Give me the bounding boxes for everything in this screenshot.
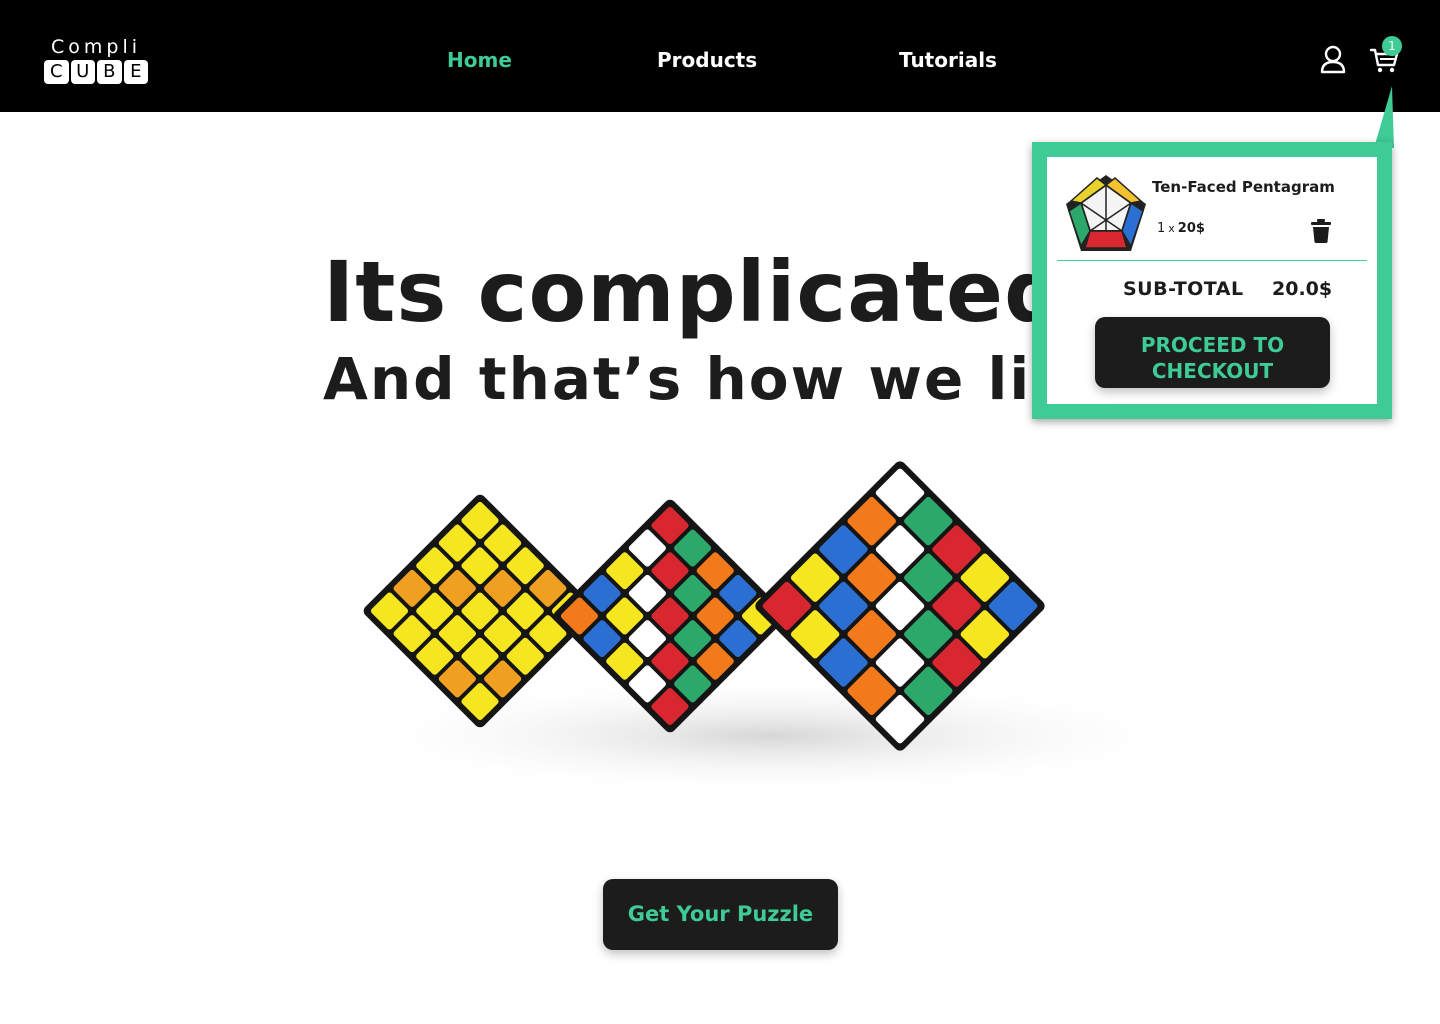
- subtotal-value: 20.0$: [1272, 278, 1333, 300]
- logo-cube-letters: C U B E: [44, 60, 148, 84]
- user-icon: [1320, 45, 1346, 74]
- nav-link-tutorials[interactable]: Tutorials: [899, 46, 997, 74]
- logo-letter: B: [97, 60, 122, 84]
- hero-title: Its complicated..: [323, 243, 1131, 341]
- rubiks-cubes-image: [330, 461, 1210, 796]
- top-nav-bar: Compli C U B E Home Products Tutorials 1: [0, 0, 1440, 112]
- cart-dropdown: Ten-Faced Pentagram 1 x 20$ SUB-TOTAL 20.0…: [1032, 142, 1392, 419]
- subtotal-label: SUB-TOTAL: [1123, 278, 1244, 300]
- proceed-to-checkout-button[interactable]: PROCEED TO CHECKOUT: [1095, 317, 1330, 388]
- logo-top-text: Compli: [50, 36, 142, 58]
- logo-letter: E: [123, 60, 148, 84]
- compli-cube-logo[interactable]: Compli C U B E: [44, 36, 148, 84]
- cart-item-quantity: 1 x 20$: [1157, 221, 1205, 236]
- cart-item-qty-value: 1: [1157, 221, 1166, 236]
- nav-link-products[interactable]: Products: [657, 46, 757, 74]
- trash-icon: [1311, 219, 1331, 243]
- cart-dropdown-body: Ten-Faced Pentagram 1 x 20$ SUB-TOTAL 20.0…: [1047, 157, 1377, 404]
- nav-link-home[interactable]: Home: [447, 46, 512, 74]
- cart-item-times: x: [1168, 222, 1175, 235]
- cart-item-price: 20$: [1177, 221, 1205, 236]
- get-your-puzzle-button[interactable]: Get Your Puzzle: [603, 879, 838, 950]
- logo-letter: U: [70, 60, 95, 84]
- cart-dropdown-pointer: [1374, 86, 1394, 148]
- remove-item-button[interactable]: [1309, 218, 1333, 244]
- cart-count-badge: 1: [1382, 36, 1402, 56]
- cart-item-name: Ten-Faced Pentagram: [1152, 178, 1335, 196]
- user-account-button[interactable]: [1318, 44, 1348, 76]
- cart-divider: [1057, 260, 1367, 261]
- logo-letter: C: [44, 60, 69, 84]
- cart-item-thumbnail: [1066, 175, 1146, 251]
